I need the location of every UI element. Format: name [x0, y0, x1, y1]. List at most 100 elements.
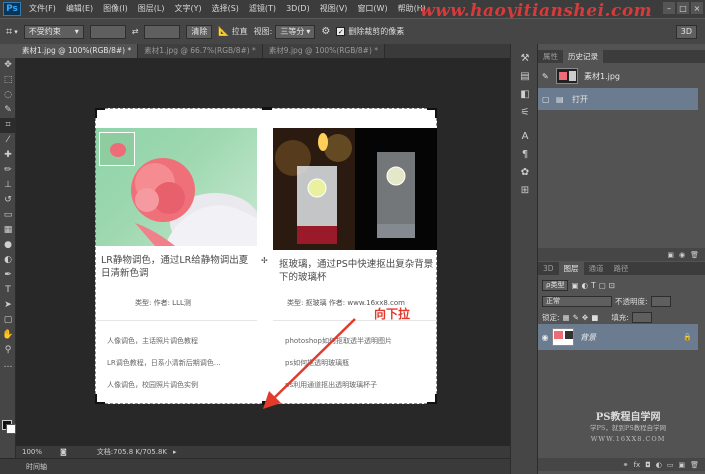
history-item-open[interactable]: ▢ ▤ 打开	[538, 88, 698, 110]
timeline-tab[interactable]: 时间轴	[26, 462, 47, 472]
crop-handle-top-left[interactable]	[95, 108, 105, 118]
menu-view[interactable]: 视图(V)	[315, 0, 353, 18]
more-tools-icon[interactable]: …	[0, 358, 16, 373]
delete-cropped-checkbox[interactable]: ✓ 删除裁剪的像素	[336, 24, 404, 40]
close-icon[interactable]: ×	[691, 2, 703, 14]
crop-handle-bottom-right[interactable]	[427, 394, 437, 404]
trash-icon[interactable]: 🗑	[690, 251, 699, 259]
filter-smart-icon[interactable]: ⊡	[609, 281, 615, 290]
menu-layer[interactable]: 图层(L)	[133, 0, 170, 18]
character-icon[interactable]: A	[511, 128, 539, 146]
tab-properties[interactable]: 属性	[538, 50, 563, 63]
settings-gear-icon[interactable]: ⚙	[321, 24, 330, 40]
blur-tool-icon[interactable]: ●	[0, 238, 16, 253]
menu-filter[interactable]: 滤镜(T)	[244, 0, 281, 18]
maximize-icon[interactable]: □	[677, 2, 689, 14]
fx-icon[interactable]: fx	[634, 461, 641, 469]
menu-select[interactable]: 选择(S)	[207, 0, 244, 18]
lasso-tool-icon[interactable]: ◌	[0, 88, 16, 103]
move-tool-icon[interactable]: ✥	[0, 58, 16, 73]
camera-icon[interactable]: ◉	[679, 251, 685, 259]
fill-field[interactable]	[631, 311, 652, 323]
ratio-select[interactable]: 不受约束 ▾	[23, 24, 84, 39]
sliders-icon[interactable]: ⚟	[511, 104, 539, 122]
crop-center-icon[interactable]: ✢	[261, 256, 268, 265]
layer-filter-select[interactable]: ρ类型	[542, 279, 569, 291]
crop-handle-top[interactable]	[262, 107, 272, 110]
card-1-title[interactable]: LR静物调色，通过LR给静物调出夏日清新色调	[101, 254, 253, 280]
swap-icon[interactable]: ⇄	[132, 24, 139, 40]
width-field[interactable]	[89, 24, 126, 39]
filter-adjust-icon[interactable]: ◐	[582, 281, 589, 290]
levels-icon[interactable]: ▤	[511, 68, 539, 86]
crop-handle-top-right[interactable]	[427, 108, 437, 118]
height-field[interactable]	[144, 24, 181, 39]
lock-paint-icon[interactable]: ✎	[573, 313, 579, 322]
menu-file[interactable]: 文件(F)	[24, 0, 61, 18]
menu-image[interactable]: 图像(I)	[98, 0, 133, 18]
background-color-swatch[interactable]	[6, 424, 16, 434]
card-2-title[interactable]: 抠玻璃，通过PS中快速抠出复杂背景下的玻璃杯	[279, 258, 435, 284]
menu-type[interactable]: 文字(Y)	[169, 0, 206, 18]
folder-icon[interactable]: ▭	[667, 461, 674, 469]
filter-shape-icon[interactable]: ▢	[599, 281, 606, 290]
tab-doc-3[interactable]: 素材9.jpg @ 100%(RGB/8#) *	[262, 44, 386, 58]
clear-button[interactable]: 清除	[186, 24, 213, 39]
lock-transparent-icon[interactable]: ▦	[563, 313, 570, 322]
stamp-tool-icon[interactable]: ⊥	[0, 178, 16, 193]
clone-source-icon[interactable]: ⊞	[511, 182, 539, 200]
link-icon[interactable]: ⚭	[623, 461, 629, 469]
adjust-icon[interactable]: ⚒	[511, 50, 539, 68]
tab-3d[interactable]: 3D	[538, 262, 559, 275]
info-icon[interactable]: ◙	[60, 448, 67, 456]
type-tool-icon[interactable]: T	[0, 283, 16, 298]
marquee-tool-icon[interactable]: ⬚	[0, 73, 16, 88]
blend-mode-select[interactable]: 正常	[542, 295, 612, 307]
tab-doc-2[interactable]: 素材1.jpg @ 66.7%(RGB/8#) *	[138, 44, 263, 58]
brush-tool-icon[interactable]: ✏	[0, 163, 16, 178]
crop-handle-bottom-left[interactable]	[95, 394, 105, 404]
tab-paths[interactable]: 路径	[609, 262, 634, 275]
eye-icon[interactable]: ◉	[538, 333, 552, 342]
mask-icon[interactable]: ◘	[645, 461, 651, 469]
card-1-link-3[interactable]: 人像调色，校园照片调色实例	[107, 380, 198, 390]
layer-row-background[interactable]: ◉ 背景 🔒	[538, 324, 698, 350]
menu-edit[interactable]: 编辑(E)	[61, 0, 98, 18]
straighten-button[interactable]: 📐 拉直	[218, 24, 247, 40]
zoom-level[interactable]: 100%	[22, 448, 42, 456]
dodge-tool-icon[interactable]: ◐	[0, 253, 16, 268]
color-icon[interactable]: ◧	[511, 86, 539, 104]
zoom-tool-icon[interactable]: ⚲	[0, 343, 16, 358]
history-brush-icon[interactable]: ↺	[0, 193, 16, 208]
tab-channels[interactable]: 通道	[584, 262, 609, 275]
trash-icon[interactable]: 🗑	[690, 461, 699, 469]
view-select[interactable]: 三等分 ▾	[275, 24, 316, 39]
chevron-right-icon[interactable]: ▸	[173, 448, 177, 456]
new-document-icon[interactable]: ▣	[667, 251, 674, 259]
eyedropper-tool-icon[interactable]: ⁄	[0, 133, 16, 148]
history-snapshot[interactable]: ✎ 素材1.jpg	[538, 65, 698, 87]
shape-tool-icon[interactable]: ▢	[0, 313, 16, 328]
tab-layers[interactable]: 图层	[558, 262, 584, 275]
pen-tool-icon[interactable]: ✒	[0, 268, 16, 283]
quick-select-tool-icon[interactable]: ✎	[0, 103, 16, 118]
hand-tool-icon[interactable]: ✋	[0, 328, 16, 343]
crop-tool-icon[interactable]: ⌗	[0, 118, 16, 133]
filter-pixel-icon[interactable]: ▣	[571, 281, 578, 290]
lock-all-icon[interactable]: ■	[591, 313, 598, 322]
menu-window[interactable]: 窗口(W)	[352, 0, 392, 18]
crop-tool-preset[interactable]: ⌗ ▾	[6, 24, 18, 40]
opacity-field[interactable]	[650, 295, 671, 307]
card-1-link-1[interactable]: 人像调色，主话照片调色教程	[107, 336, 198, 346]
adjustment-icon[interactable]: ◐	[656, 461, 662, 469]
tab-doc-1[interactable]: 素材1.jpg @ 100%(RGB/8#) *	[16, 44, 139, 58]
workspace-select[interactable]: 3D	[675, 24, 697, 39]
minimize-icon[interactable]: –	[663, 2, 675, 14]
healing-tool-icon[interactable]: ✚	[0, 148, 16, 163]
gradient-tool-icon[interactable]: ▦	[0, 223, 16, 238]
paragraph-icon[interactable]: ¶	[511, 146, 539, 164]
card-1-link-2[interactable]: LR调色教程，日系小清新后期调色…	[107, 358, 221, 368]
brush-preset-icon[interactable]: ✿	[511, 164, 539, 182]
path-select-tool-icon[interactable]: ➤	[0, 298, 16, 313]
eraser-tool-icon[interactable]: ▭	[0, 208, 16, 223]
